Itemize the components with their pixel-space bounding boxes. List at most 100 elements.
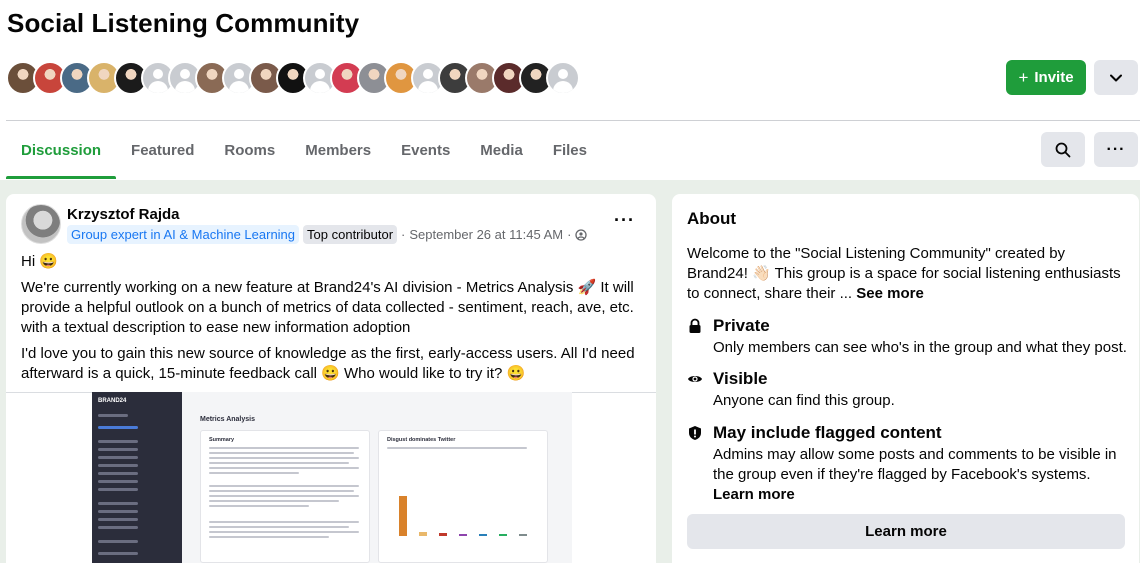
chart-bar [479,534,487,536]
screenshot-topbar [182,392,572,406]
text-line [209,495,359,497]
contributor-badge[interactable]: Top contributor [303,225,398,244]
member-avatars[interactable] [6,61,580,95]
see-more-link[interactable]: See more [856,285,924,302]
private-title: Private [713,316,770,335]
flagged-content-item: May include flagged content Admins may a… [687,423,1132,503]
tab-events[interactable]: Events [386,121,465,179]
lock-icon [689,318,701,333]
about-description: Welcome to the "Social Listening Communi… [687,244,1127,304]
text-line [209,521,359,523]
group-header: Social Listening Community + Invite Disc… [0,0,1140,180]
text-line [209,500,339,502]
about-title: About [687,209,737,228]
visible-description: Anyone can find this group. [713,392,895,409]
text-line [209,467,359,469]
visibility-item: Visible Anyone can find this group. [687,369,1132,409]
tab-media[interactable]: Media [465,121,538,179]
chevron-down-icon [1110,74,1122,81]
post-paragraph: Hi 😀 [21,253,59,270]
search-button[interactable] [1041,132,1085,167]
tab-discussion[interactable]: Discussion [6,121,117,179]
text-line [209,472,299,474]
tab-featured[interactable]: Featured [116,121,209,179]
group-audience-icon [575,228,588,241]
expand-button[interactable] [1094,60,1138,95]
text-line [209,452,354,454]
ellipsis-icon: ··· [614,210,635,230]
sidebar-line [98,414,128,417]
text-line [209,490,354,492]
shield-icon [689,426,701,440]
sidebar-line [98,456,138,459]
post-paragraph: I'd love you to gain this new source of … [21,345,635,382]
screenshot-summary-card: Summary [200,430,370,563]
about-panel: About Welcome to the "Social Listening C… [672,194,1139,563]
member-avatar[interactable] [546,61,580,95]
post-paragraph: We're currently working on a new feature… [21,279,634,336]
post-timestamp[interactable]: September 26 at 11:45 AM [409,227,563,242]
meta-separator: · [401,227,406,242]
text-line [209,505,309,507]
text-line [387,447,527,449]
post-author[interactable]: Krzysztof Rajda [67,206,180,223]
post-meta: Group expert in AI & Machine Learning To… [67,225,588,244]
screenshot-chart-card: Disgust dominates Twitter [378,430,548,563]
chart-bar [519,534,527,536]
sidebar-line [98,510,138,513]
text-line [209,526,349,528]
tab-files[interactable]: Files [538,121,602,179]
post-options-button[interactable]: ··· [614,210,635,231]
sidebar-line [98,502,138,505]
chart-bar [399,496,407,536]
post-card: Krzysztof Rajda Group expert in AI & Mac… [6,194,656,563]
text-line [209,536,329,538]
sidebar-line [98,540,138,543]
screenshot-sidebar: BRAND24 [92,392,182,563]
privacy-item: Private Only members can see who's in th… [687,316,1132,356]
chart-bar [419,532,427,536]
sidebar-line [98,472,138,475]
sidebar-line [98,480,138,483]
screenshot-title: Metrics Analysis [200,416,255,423]
sidebar-line [98,440,138,443]
group-tabs: Discussion Featured Rooms Members Events… [0,121,602,179]
flagged-learn-more-link[interactable]: Learn more [713,486,795,503]
chart-card-title: Disgust dominates Twitter [387,437,456,443]
meta-separator-2: · [567,227,572,242]
learn-more-button[interactable]: Learn more [687,514,1125,549]
sidebar-line [98,448,138,451]
text-line [209,447,359,449]
invite-label: Invite [1034,69,1074,86]
search-icon [1055,142,1071,157]
sidebar-line [98,464,138,467]
summary-title: Summary [209,437,235,443]
screenshot-logo: BRAND24 [98,398,127,404]
visible-title: Visible [713,369,768,388]
tab-rooms[interactable]: Rooms [209,121,290,179]
flagged-title: May include flagged content [713,423,942,442]
sidebar-line [98,518,138,521]
tab-members[interactable]: Members [290,121,386,179]
post-image[interactable]: BRAND24 Metrics Analysis Summary Disgust… [92,392,572,563]
flagged-description-text: Admins may allow some posts and comments… [713,446,1117,483]
sidebar-line [98,526,138,529]
eye-icon [688,376,702,382]
chart-bar [439,533,447,536]
text-line [209,457,359,459]
group-title: Social Listening Community [7,8,360,38]
sidebar-line [98,552,138,555]
plus-icon: + [1018,68,1029,87]
flagged-description: Admins may allow some posts and comments… [713,445,1133,505]
chart-bar [499,534,507,536]
expert-badge[interactable]: Group expert in AI & Machine Learning [67,225,300,244]
text-line [209,485,359,487]
chart-bar [459,534,467,536]
sidebar-line [98,426,138,429]
more-options-button[interactable]: ··· [1094,132,1138,167]
sidebar-line [98,488,138,491]
ellipsis-icon: ··· [1106,140,1126,158]
invite-button[interactable]: + Invite [1006,60,1086,95]
text-line [209,531,359,533]
author-avatar[interactable] [21,204,61,244]
